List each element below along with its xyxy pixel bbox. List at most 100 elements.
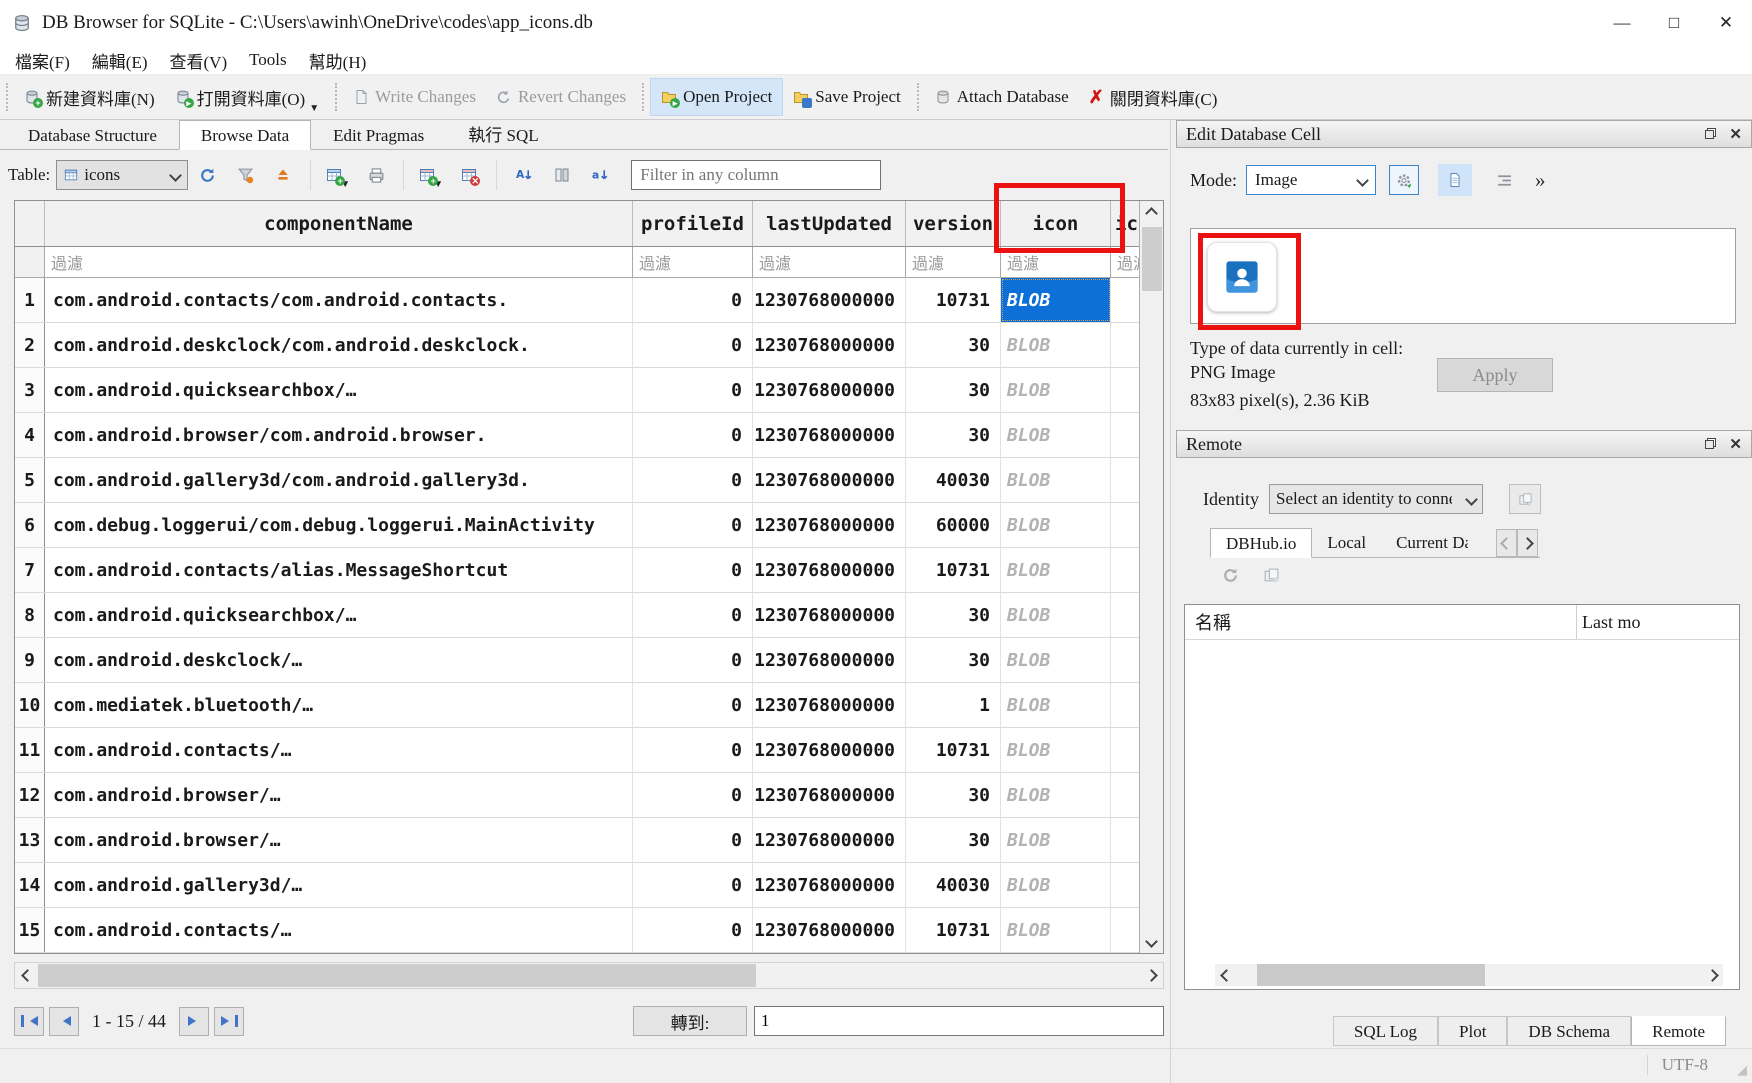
cell-version[interactable]: 30 — [906, 773, 1001, 817]
cell-lastupdated[interactable]: 1230768000000 — [753, 323, 906, 367]
table-row[interactable]: 3 com.android.quicksearchbox/… 0 1230768… — [15, 368, 1139, 413]
row-number[interactable]: 9 — [15, 638, 45, 682]
cell-lastupdated[interactable]: 1230768000000 — [753, 413, 906, 457]
remote-tab-dbhubio[interactable]: DBHub.io — [1210, 528, 1312, 558]
remote-tab-current-database[interactable]: Current Dat — [1381, 528, 1468, 557]
cell-icon-blob[interactable]: BLOB — [1001, 908, 1111, 952]
cell-ic-partial[interactable] — [1111, 593, 1139, 637]
write-changes-button[interactable]: Write Changes — [343, 78, 486, 116]
cell-lastupdated[interactable]: 1230768000000 — [753, 638, 906, 682]
cell-componentname[interactable]: com.android.contacts/… — [45, 728, 633, 772]
row-number[interactable]: 6 — [15, 503, 45, 547]
close-button[interactable]: ✕ — [1700, 0, 1752, 46]
cell-ic-partial[interactable] — [1111, 368, 1139, 412]
cell-componentname[interactable]: com.android.browser/com.android.browser. — [45, 413, 633, 457]
col-header-lastupdated[interactable]: lastUpdated — [753, 201, 906, 246]
list-header-last-modified[interactable]: Last mo — [1577, 605, 1739, 639]
cell-icon-blob[interactable]: BLOB — [1001, 548, 1111, 592]
cell-lastupdated[interactable]: 1230768000000 — [753, 593, 906, 637]
dock-tab-remote[interactable]: Remote — [1631, 1016, 1726, 1046]
goto-record-input[interactable] — [754, 1006, 1164, 1036]
menu-item-view[interactable]: 查看(V) — [159, 48, 239, 73]
cell-ic-partial[interactable] — [1111, 278, 1139, 322]
remote-clone-button[interactable] — [1263, 567, 1280, 589]
cell-icon-blob[interactable]: BLOB — [1001, 818, 1111, 862]
table-row[interactable]: 9 com.android.deskclock/… 0 123076800000… — [15, 638, 1139, 683]
cell-ic-partial[interactable] — [1111, 683, 1139, 727]
row-number[interactable]: 1 — [15, 278, 45, 322]
cell-lastupdated[interactable]: 1230768000000 — [753, 773, 906, 817]
cell-profileid[interactable]: 0 — [633, 503, 753, 547]
cell-ic-partial[interactable] — [1111, 818, 1139, 862]
cell-ic-partial[interactable] — [1111, 638, 1139, 682]
encoding-label[interactable]: UTF-8 — [1647, 1055, 1708, 1075]
print-button[interactable] — [359, 158, 393, 192]
dock-tab-plot[interactable]: Plot — [1438, 1016, 1507, 1046]
cell-icon-blob[interactable]: BLOB — [1001, 638, 1111, 682]
close-database-button[interactable]: ✗ 關閉資料庫(C) — [1079, 78, 1228, 116]
columns-button[interactable] — [545, 158, 579, 192]
cell-lastupdated[interactable]: 1230768000000 — [753, 368, 906, 412]
revert-changes-button[interactable]: Revert Changes — [486, 78, 636, 116]
cell-componentname[interactable]: com.android.contacts/… — [45, 908, 633, 952]
cell-componentname[interactable]: com.android.browser/… — [45, 818, 633, 862]
open-project-button[interactable]: ▸ Open Project — [650, 78, 783, 116]
menu-item-tools[interactable]: Tools — [238, 50, 298, 70]
cell-profileid[interactable]: 0 — [633, 818, 753, 862]
cell-ic-partial[interactable] — [1111, 728, 1139, 772]
cell-icon-blob[interactable]: BLOB — [1001, 278, 1111, 322]
cell-componentname[interactable]: com.mediatek.bluetooth/… — [45, 683, 633, 727]
table-row[interactable]: 5 com.android.gallery3d/com.android.gall… — [15, 458, 1139, 503]
open-database-dropdown-icon[interactable]: ▼ — [309, 103, 319, 114]
cell-version[interactable]: 40030 — [906, 458, 1001, 502]
cell-version[interactable]: 30 — [906, 413, 1001, 457]
apply-button[interactable]: Apply — [1437, 358, 1553, 392]
cell-version[interactable]: 30 — [906, 818, 1001, 862]
cell-componentname[interactable]: com.android.quicksearchbox/… — [45, 593, 633, 637]
row-number[interactable]: 5 — [15, 458, 45, 502]
dock-tab-db-schema[interactable]: DB Schema — [1507, 1016, 1631, 1046]
sort-asc-button[interactable]: A — [507, 158, 541, 192]
upload-database-button[interactable] — [1509, 484, 1541, 514]
text-view-button[interactable] — [1438, 164, 1472, 196]
tab-browse-data[interactable]: Browse Data — [179, 120, 311, 150]
toolbar-overflow-icon[interactable]: » — [1535, 168, 1546, 193]
scroll-left-icon[interactable] — [1215, 964, 1237, 986]
last-page-button[interactable] — [214, 1007, 244, 1036]
cell-componentname[interactable]: com.android.deskclock/com.android.deskcl… — [45, 323, 633, 367]
cell-ic-partial[interactable] — [1111, 458, 1139, 502]
dock-tab-sql-log[interactable]: SQL Log — [1333, 1016, 1438, 1046]
row-number[interactable]: 3 — [15, 368, 45, 412]
cell-ic-partial[interactable] — [1111, 323, 1139, 367]
cell-version[interactable]: 30 — [906, 323, 1001, 367]
grid-horizontal-scrollbar[interactable] — [14, 962, 1164, 989]
prev-page-button[interactable] — [49, 1007, 79, 1036]
cell-lastupdated[interactable]: 1230768000000 — [753, 548, 906, 592]
cell-componentname[interactable]: com.android.deskclock/… — [45, 638, 633, 682]
cell-icon-blob[interactable]: BLOB — [1001, 458, 1111, 502]
cell-version[interactable]: 10731 — [906, 908, 1001, 952]
cell-lastupdated[interactable]: 1230768000000 — [753, 818, 906, 862]
cell-profileid[interactable]: 0 — [633, 908, 753, 952]
cell-version[interactable]: 10731 — [906, 728, 1001, 772]
tab-database-structure[interactable]: Database Structure — [6, 120, 179, 149]
row-number[interactable]: 4 — [15, 413, 45, 457]
first-page-button[interactable] — [14, 1007, 44, 1036]
table-row[interactable]: 10 com.mediatek.bluetooth/… 0 1230768000… — [15, 683, 1139, 728]
col-header-profileid[interactable]: profileId — [633, 201, 753, 246]
cell-profileid[interactable]: 0 — [633, 773, 753, 817]
float-panel-icon[interactable] — [1704, 124, 1717, 145]
cell-profileid[interactable]: 0 — [633, 278, 753, 322]
cell-ic-partial[interactable] — [1111, 503, 1139, 547]
new-database-button[interactable]: + 新建資料庫(N) — [14, 78, 165, 116]
cell-componentname[interactable]: com.android.contacts/com.android.contact… — [45, 278, 633, 322]
cell-version[interactable]: 10731 — [906, 278, 1001, 322]
cell-profileid[interactable]: 0 — [633, 638, 753, 682]
filter-componentname[interactable]: 過濾 — [45, 247, 633, 277]
remote-list-scrollbar[interactable] — [1215, 964, 1723, 986]
cell-componentname[interactable]: com.android.gallery3d/… — [45, 863, 633, 907]
filter-any-column-input[interactable] — [631, 160, 881, 190]
filter-version[interactable]: 過濾 — [906, 247, 1001, 277]
cell-icon-blob[interactable]: BLOB — [1001, 683, 1111, 727]
tab-edit-pragmas[interactable]: Edit Pragmas — [311, 120, 446, 149]
